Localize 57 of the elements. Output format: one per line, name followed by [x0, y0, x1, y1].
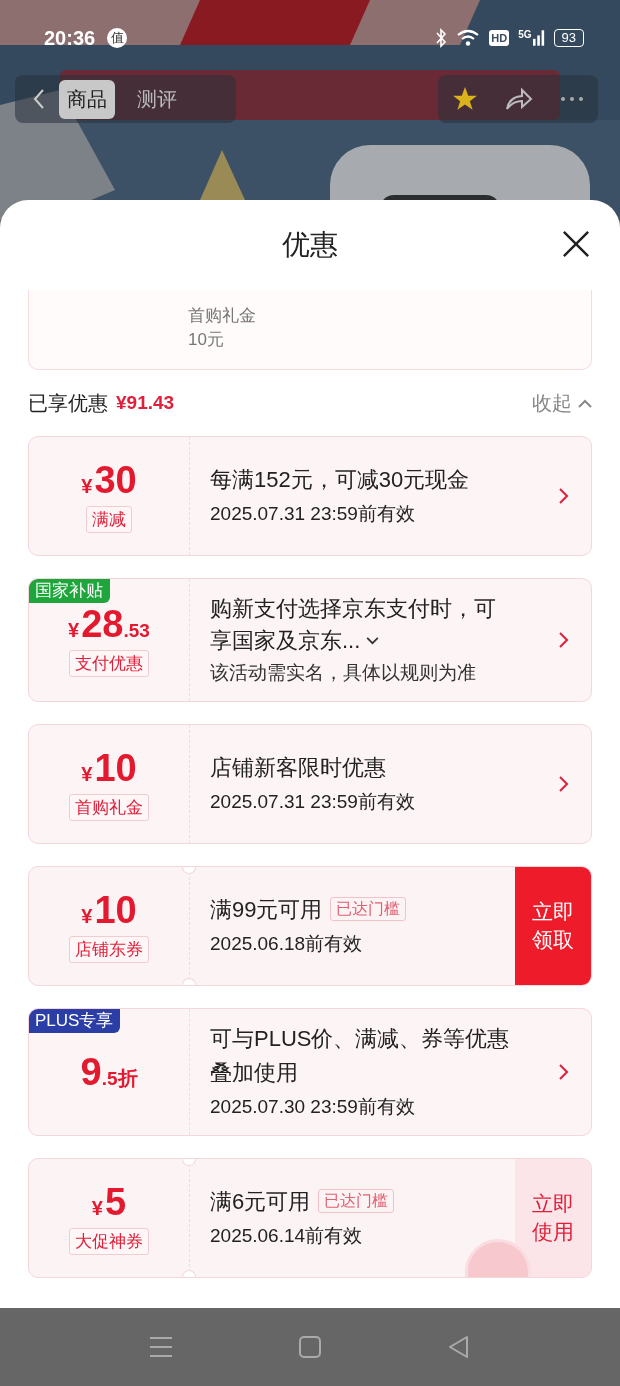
savings-amount: ¥91.43	[116, 392, 175, 414]
coupon-type-tag: 店铺东券	[69, 936, 149, 963]
expiry-date: 2025.07.31 23:59前有效	[210, 502, 416, 526]
signal-icon	[532, 29, 545, 47]
bluetooth-icon	[435, 28, 448, 48]
share-icon[interactable]	[505, 87, 533, 111]
coupon-title: 购新支付选择京东支付时，可	[210, 595, 496, 623]
menu-icon[interactable]	[149, 1335, 173, 1359]
more-icon[interactable]	[560, 96, 585, 102]
coupon-title: 享国家及京东...	[210, 627, 361, 655]
gift-value: 10元	[187, 329, 225, 351]
expiry-date: 2025.07.31 23:59前有效	[210, 790, 416, 814]
expiry-date: 2025.06.14前有效	[210, 1224, 364, 1248]
coupon-title: 满99元可用	[210, 897, 323, 922]
coupon-badge: 国家补贴	[29, 579, 110, 603]
chevron-right-icon[interactable]	[558, 632, 568, 648]
product-tab[interactable]: 商品	[59, 79, 115, 119]
back-icon[interactable]	[33, 88, 45, 110]
wifi-icon	[456, 29, 481, 47]
network-label: 5G	[518, 29, 532, 40]
expiry-date: 2025.06.18前有效	[210, 932, 364, 956]
home-icon[interactable]	[298, 1335, 322, 1359]
clock-time: 20:36	[44, 26, 96, 50]
close-icon[interactable]	[562, 230, 590, 258]
chevron-right-icon[interactable]	[558, 776, 568, 792]
threshold-tag: 已达门槛	[330, 897, 407, 921]
coupon-title: 可与PLUS价、满减、券等优惠叠加使用	[210, 1026, 510, 1085]
product-tab[interactable]: 测评	[129, 79, 185, 119]
coupon-title: 满6元可用	[210, 1189, 311, 1214]
chevron-right-icon[interactable]	[558, 488, 568, 504]
gift-name: 首购礼金	[187, 305, 257, 327]
coupon-amount: 9.5折	[80, 1050, 138, 1094]
expand-icon[interactable]	[366, 637, 380, 645]
threshold-tag: 已达门槛	[318, 1189, 395, 1213]
coupon-note: 该活动需实名，具体以规则为准	[210, 661, 477, 685]
coupon-title: 店铺新客限时优惠	[210, 755, 386, 780]
coupon-type-tag: 大促神券	[69, 1228, 149, 1255]
coupon-amount: ¥10	[81, 889, 137, 932]
coupon-amount: ¥10	[81, 747, 137, 790]
collapse-toggle[interactable]: 收起	[532, 389, 592, 417]
use-button[interactable]: 立即使用	[515, 1159, 591, 1277]
coupon-amount: ¥28.53	[68, 603, 150, 646]
coupon-amount: ¥5	[91, 1181, 127, 1224]
coupon-badge: PLUS专享	[29, 1009, 121, 1033]
expiry-date: 2025.07.30 23:59前有效	[210, 1095, 416, 1119]
coupon-type-tag: 首购礼金	[69, 794, 149, 821]
claim-button[interactable]: 立即领取	[515, 867, 591, 985]
star-icon[interactable]	[451, 86, 478, 112]
chevron-right-icon[interactable]	[558, 1064, 568, 1080]
sheet-title: 优惠	[282, 228, 338, 262]
savings-label: 已享优惠	[28, 390, 108, 416]
coupon-amount: ¥30	[81, 459, 137, 502]
coupon-type-tag: 满减	[86, 506, 132, 533]
battery-level: 93	[553, 29, 584, 47]
hd-indicator: HD	[489, 30, 510, 46]
coupon-title: 每满152元，可减30元现金	[210, 467, 470, 492]
coupon-type-tag: 支付优惠	[69, 650, 149, 677]
